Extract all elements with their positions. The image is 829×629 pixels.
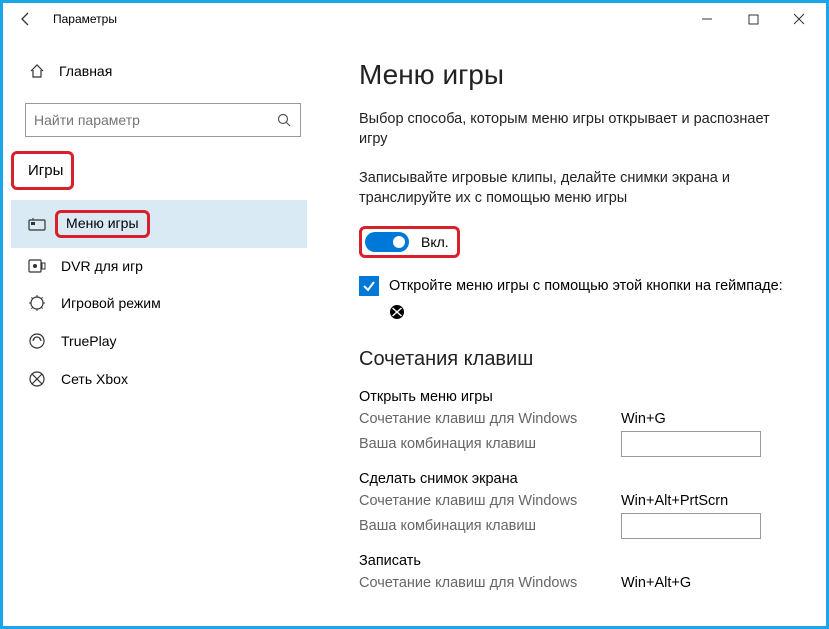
nav-game-mode[interactable]: Игровой режим: [11, 284, 307, 322]
game-bar-toggle[interactable]: [365, 232, 409, 252]
search-icon: [276, 112, 292, 128]
gamepad-checkbox[interactable]: [359, 276, 379, 296]
nav-label: Сеть Xbox: [61, 371, 128, 387]
hotkey-win-label: Сочетание клавиш для Windows: [359, 411, 621, 427]
nav-trueplay[interactable]: TruePlay: [11, 322, 307, 360]
minimize-button[interactable]: [684, 4, 730, 34]
hotkey-win-label: Сочетание клавиш для Windows: [359, 575, 621, 591]
hotkey-win-value: Win+Alt+PrtScrn: [621, 493, 728, 509]
window-title: Параметры: [53, 12, 117, 26]
hotkey-record: Записать Сочетание клавиш для Windows Wi…: [359, 553, 806, 591]
toggle-state-label: Вкл.: [421, 234, 449, 250]
game-mode-icon: [27, 294, 47, 312]
nav-game-bar[interactable]: Меню игры: [11, 200, 307, 248]
maximize-button[interactable]: [730, 4, 776, 34]
gamepad-checkbox-label: Откройте меню игры с помощью этой кнопки…: [389, 276, 783, 296]
home-icon: [27, 63, 47, 79]
nav-label: TruePlay: [61, 333, 117, 349]
hotkey-win-value: Win+G: [621, 411, 666, 427]
hotkey-screenshot: Сделать снимок экрана Сочетание клавиш д…: [359, 471, 806, 539]
nav-game-dvr[interactable]: DVR для игр: [11, 248, 307, 284]
hotkey-win-label: Сочетание клавиш для Windows: [359, 493, 621, 509]
hotkey-win-value: Win+Alt+G: [621, 575, 691, 591]
page-heading: Меню игры: [359, 59, 806, 91]
hotkey-open-game-bar: Открыть меню игры Сочетание клавиш для W…: [359, 389, 806, 457]
search-input[interactable]: [34, 112, 276, 128]
hotkey-custom-input[interactable]: [621, 431, 761, 457]
hotkey-custom-label: Ваша комбинация клавиш: [359, 518, 621, 534]
nav-label: DVR для игр: [61, 258, 143, 274]
game-bar-icon: [27, 217, 47, 231]
content-pane: Меню игры Выбор способа, которым меню иг…: [323, 35, 826, 626]
hotkeys-heading: Сочетания клавиш: [359, 348, 806, 371]
nav-xbox-network[interactable]: Сеть Xbox: [11, 360, 307, 398]
desc-2: Записывайте игровые клипы, делайте снимк…: [359, 168, 799, 209]
hotkey-custom-input[interactable]: [621, 513, 761, 539]
xbox-button-icon: [389, 304, 806, 320]
xbox-icon: [27, 370, 47, 388]
back-button[interactable]: [11, 4, 41, 34]
hotkey-custom-label: Ваша комбинация клавиш: [359, 436, 621, 452]
home-label: Главная: [59, 63, 112, 79]
hotkey-title: Открыть меню игры: [359, 389, 806, 405]
titlebar: Параметры: [3, 3, 826, 35]
nav-label: Меню игры: [66, 215, 139, 231]
search-box[interactable]: [25, 103, 301, 137]
nav-label: Игровой режим: [61, 295, 161, 311]
section-header-games: Игры: [11, 151, 74, 190]
close-button[interactable]: [776, 4, 822, 34]
home-link[interactable]: Главная: [11, 55, 307, 87]
trueplay-icon: [27, 332, 47, 350]
desc-1: Выбор способа, которым меню игры открыва…: [359, 109, 799, 150]
sidebar: Главная Игры Меню игры: [3, 35, 323, 626]
hotkey-title: Сделать снимок экрана: [359, 471, 806, 487]
dvr-icon: [27, 259, 47, 273]
hotkey-title: Записать: [359, 553, 806, 569]
